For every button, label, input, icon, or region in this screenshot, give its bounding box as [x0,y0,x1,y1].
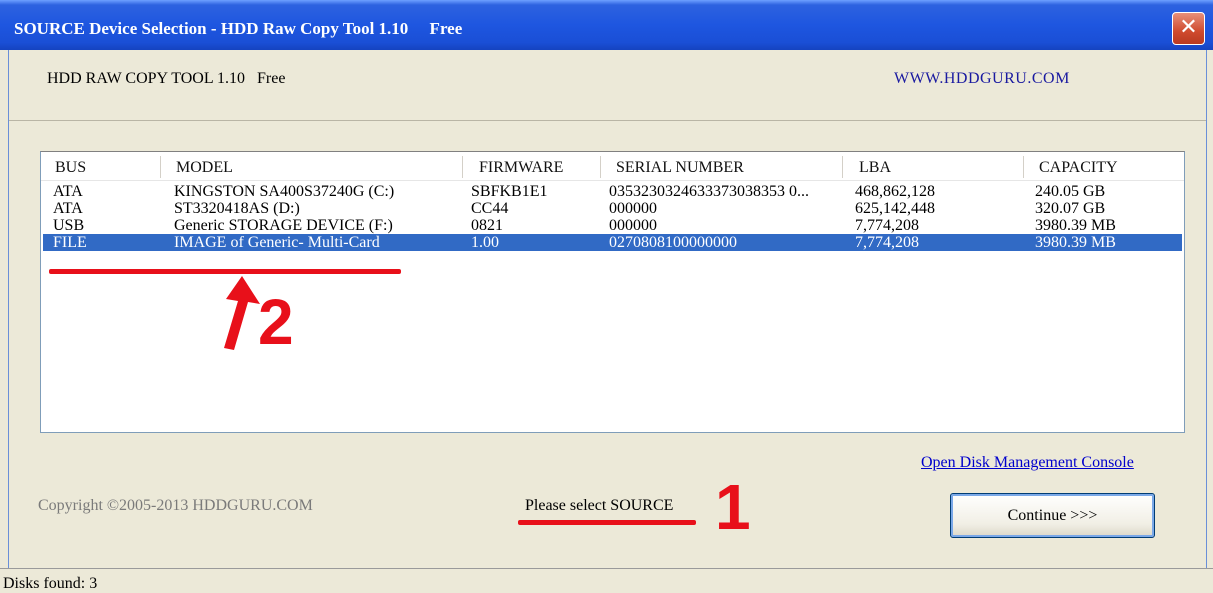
annotation-step-2: 2 [258,286,294,358]
cell-lba: 468,862,128 [855,183,935,200]
cell-lba: 7,774,208 [855,217,919,234]
app-name: HDD RAW COPY TOOL 1.10 Free [47,70,286,87]
status-bar: Disks found: 3 [0,568,1213,593]
status-message: Please select SOURCE [525,497,674,514]
column-bus[interactable]: BUS [55,159,86,177]
cell-firmware: SBFKB1E1 [471,183,548,200]
arrow-up-icon [224,276,260,350]
copyright-text: Copyright ©2005-2013 HDDGURU.COM [38,497,313,514]
cell-lba: 7,774,208 [855,234,919,251]
column-divider[interactable] [842,156,843,178]
column-divider[interactable] [1023,156,1024,178]
annotation-underline [518,520,696,525]
table-row[interactable]: ATA ST3320418AS (D:) CC44 000000 625,142… [43,200,1182,217]
cell-firmware: 0821 [471,217,503,234]
cell-model: ST3320418AS (D:) [174,200,300,217]
column-model[interactable]: MODEL [176,159,233,177]
cell-firmware: 1.00 [471,234,499,251]
title-bar[interactable]: SOURCE Device Selection - HDD Raw Copy T… [0,0,1213,50]
cell-serial: 0270808100000000 [609,234,737,251]
cell-model: IMAGE of Generic- Multi-Card [174,234,380,251]
cell-serial: 000000 [609,200,657,217]
cell-model: KINGSTON SA400S37240G (C:) [174,183,395,200]
column-divider[interactable] [600,156,601,178]
window-title: SOURCE Device Selection - HDD Raw Copy T… [14,19,463,38]
cell-serial: 000000 [609,217,657,234]
cell-capacity: 3980.39 MB [1035,234,1116,251]
close-icon[interactable]: ✕ [1172,12,1205,45]
annotation-step-1: 1 [715,471,751,543]
cell-bus: ATA [53,183,83,200]
column-firmware[interactable]: FIRMWARE [479,159,563,177]
column-divider[interactable] [462,156,463,178]
table-row-selected[interactable]: FILE IMAGE of Generic- Multi-Card 1.00 0… [43,234,1182,251]
column-capacity[interactable]: CAPACITY [1039,159,1118,177]
cell-bus: USB [53,217,85,234]
disk-management-link[interactable]: Open Disk Management Console [921,454,1134,472]
cell-capacity: 320.07 GB [1035,200,1106,217]
cell-capacity: 240.05 GB [1035,183,1106,200]
disks-found-count: Disks found: 3 [3,575,98,592]
cell-firmware: CC44 [471,200,509,217]
header-panel: HDD RAW COPY TOOL 1.10 Free WWW.HDDGURU.… [9,50,1206,121]
continue-button[interactable]: Continue >>> [950,493,1155,538]
column-lba[interactable]: LBA [859,159,891,177]
column-divider[interactable] [160,156,161,178]
cell-bus: ATA [53,200,83,217]
cell-lba: 625,142,448 [855,200,935,217]
column-serial[interactable]: SERIAL NUMBER [616,159,744,177]
list-header: BUS MODEL FIRMWARE SERIAL NUMBER LBA CAP… [41,152,1184,181]
cell-model: Generic STORAGE DEVICE (F:) [174,217,393,234]
dialog-body: HDD RAW COPY TOOL 1.10 Free WWW.HDDGURU.… [8,50,1207,568]
cell-bus: FILE [53,234,87,251]
table-row[interactable]: USB Generic STORAGE DEVICE (F:) 0821 000… [43,217,1182,234]
cell-serial: 0353230324633373038353 0... [609,183,809,200]
site-link[interactable]: WWW.HDDGURU.COM [894,70,1070,88]
cell-capacity: 3980.39 MB [1035,217,1116,234]
table-row[interactable]: ATA KINGSTON SA400S37240G (C:) SBFKB1E1 … [43,183,1182,200]
